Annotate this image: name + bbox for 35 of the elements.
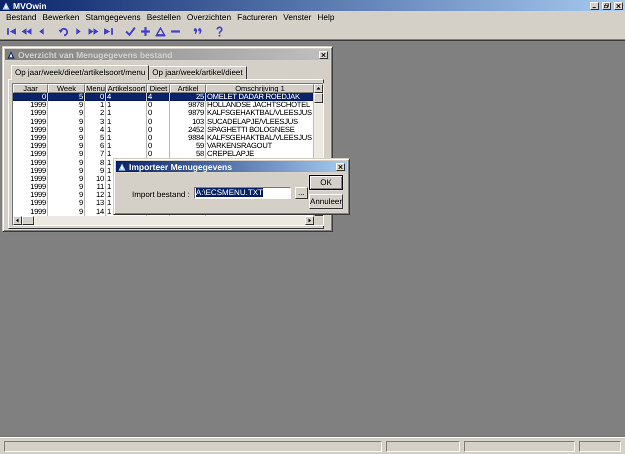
help-icon[interactable]: [214, 26, 225, 36]
undo-icon[interactable]: [58, 26, 69, 36]
checkmark-icon[interactable]: [125, 26, 136, 36]
tab[interactable]: Op jaar/week/dieet/artikelsoort/menu: [11, 65, 150, 80]
last-record-icon[interactable]: [103, 26, 114, 36]
menu-item[interactable]: Bewerken: [39, 12, 82, 22]
app-icon: [7, 50, 15, 58]
window-title: Overzicht van Menugegevens bestand: [18, 50, 174, 60]
up-arrow-icon[interactable]: [316, 86, 321, 91]
first-record-icon[interactable]: [6, 26, 17, 36]
menu-item[interactable]: Venster: [280, 12, 314, 22]
right-arrow-icon[interactable]: [307, 218, 312, 223]
menu-item[interactable]: Factureren: [234, 12, 280, 22]
app-icon: [2, 2, 10, 10]
menu-item[interactable]: Overzichten: [184, 12, 234, 22]
rewind-icon[interactable]: [21, 26, 32, 36]
window-title: MVOwin: [13, 0, 48, 10]
horizontal-scrollbar[interactable]: [13, 216, 323, 225]
left-arrow-icon[interactable]: [15, 218, 20, 223]
fast-forward-icon[interactable]: [88, 26, 99, 36]
app-icon: [118, 162, 126, 170]
scrollbar-thumb[interactable]: [314, 93, 323, 103]
input-field[interactable]: A:\ECSMENU.TXT: [194, 187, 291, 199]
ok-button[interactable]: OK: [309, 175, 343, 190]
tab[interactable]: Op jaar/week/artikel/dieet: [148, 66, 247, 79]
cancel-button[interactable]: Annuleer: [309, 194, 343, 209]
menu-item[interactable]: Bestellen: [144, 12, 184, 22]
menu-item[interactable]: Stamgegevens: [82, 12, 144, 22]
menu-item[interactable]: Bestand: [3, 12, 40, 22]
browse-button[interactable]: ...: [294, 187, 308, 199]
menu-item[interactable]: Help: [314, 12, 338, 22]
plus-icon[interactable]: [140, 26, 151, 36]
triangle-icon[interactable]: [155, 26, 166, 36]
quote-icon[interactable]: [192, 26, 203, 36]
scrollbar-thumb[interactable]: [22, 216, 34, 225]
